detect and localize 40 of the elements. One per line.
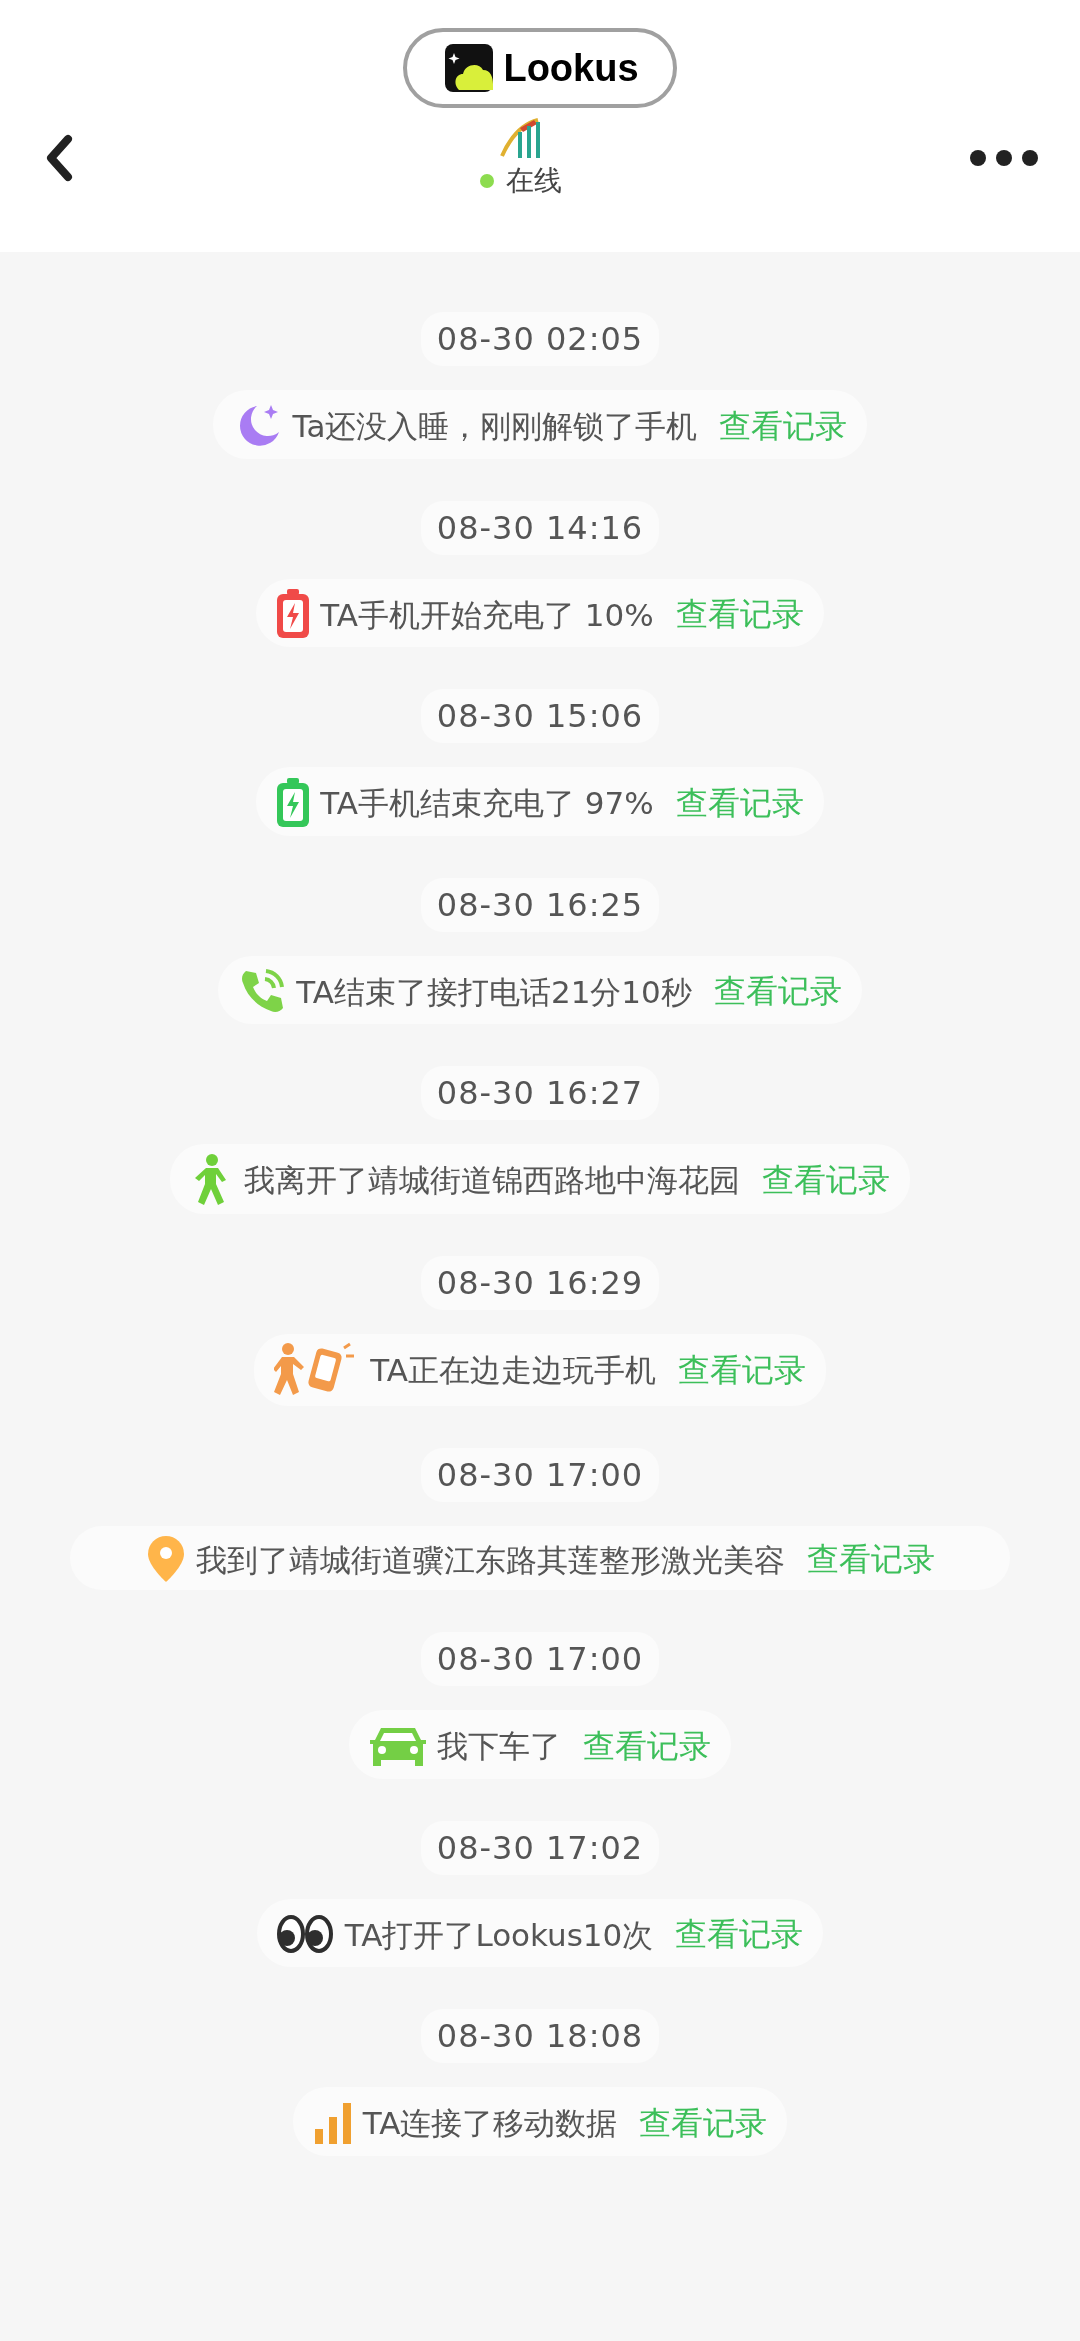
event-text: 我下车了: [437, 1727, 561, 1764]
event-time: 08-30 18:08: [420, 2009, 660, 2063]
event-time: 08-30 16:25: [420, 877, 660, 932]
event-time: 08-30 02:05: [420, 312, 660, 366]
battery-charged-icon: [276, 777, 311, 828]
view-record-link[interactable]: 查看记录: [675, 783, 804, 822]
event-text: TA连接了移动数据: [362, 2104, 618, 2141]
event-time: 08-30 14:16: [420, 500, 660, 555]
view-record-link[interactable]: 查看记录: [719, 406, 848, 445]
event-text: 我离开了靖城街道锦西路地中海花园: [244, 1161, 740, 1198]
eyes-icon: [276, 1914, 335, 1954]
event-text: TA手机开始充电了 10%: [320, 596, 654, 632]
event-text: TA打开了Lookus10次: [344, 1916, 654, 1952]
view-record-link[interactable]: 查看记录: [762, 1160, 890, 1199]
event-time: 08-30 16:29: [420, 1255, 660, 1310]
view-record-link[interactable]: 查看记录: [675, 595, 804, 633]
battery-charging-icon: [276, 589, 311, 639]
event-text: 我到了靖城街道骥江东路其莲整形激光美容: [195, 1541, 785, 1577]
view-record-link[interactable]: 查看记录: [713, 972, 842, 1010]
app-logo-badge: Lookus: [403, 28, 677, 108]
signal-bars-icon: [312, 2100, 353, 2145]
event-time: 08-30 17:00: [420, 1632, 660, 1686]
more-button[interactable]: [968, 148, 1040, 168]
event-time: 08-30 17:02: [420, 1820, 660, 1875]
event-time: 08-30 15:06: [420, 689, 660, 743]
view-record-link[interactable]: 查看记录: [675, 1915, 804, 1953]
event-time: 08-30 16:27: [420, 1066, 660, 1120]
view-record-link[interactable]: 查看记录: [806, 1540, 935, 1578]
status-label: 在线: [506, 163, 562, 199]
event-text: TA手机结束充电了 97%: [320, 784, 654, 821]
event-text: TA正在边走边玩手机: [370, 1351, 656, 1388]
view-record-link[interactable]: 查看记录: [583, 1726, 711, 1765]
event-time: 08-30 17:00: [420, 1447, 660, 1502]
back-button[interactable]: [44, 133, 74, 183]
event-text: TA结束了接打电话21分10秒: [296, 973, 692, 1009]
view-record-link[interactable]: 查看记录: [677, 1350, 806, 1389]
map-pin-icon: [145, 1534, 186, 1584]
event-text: Ta还没入睡，刚刚解锁了手机: [292, 407, 698, 444]
view-record-link[interactable]: 查看记录: [639, 2103, 768, 2142]
app-logo-icon: [445, 44, 494, 92]
